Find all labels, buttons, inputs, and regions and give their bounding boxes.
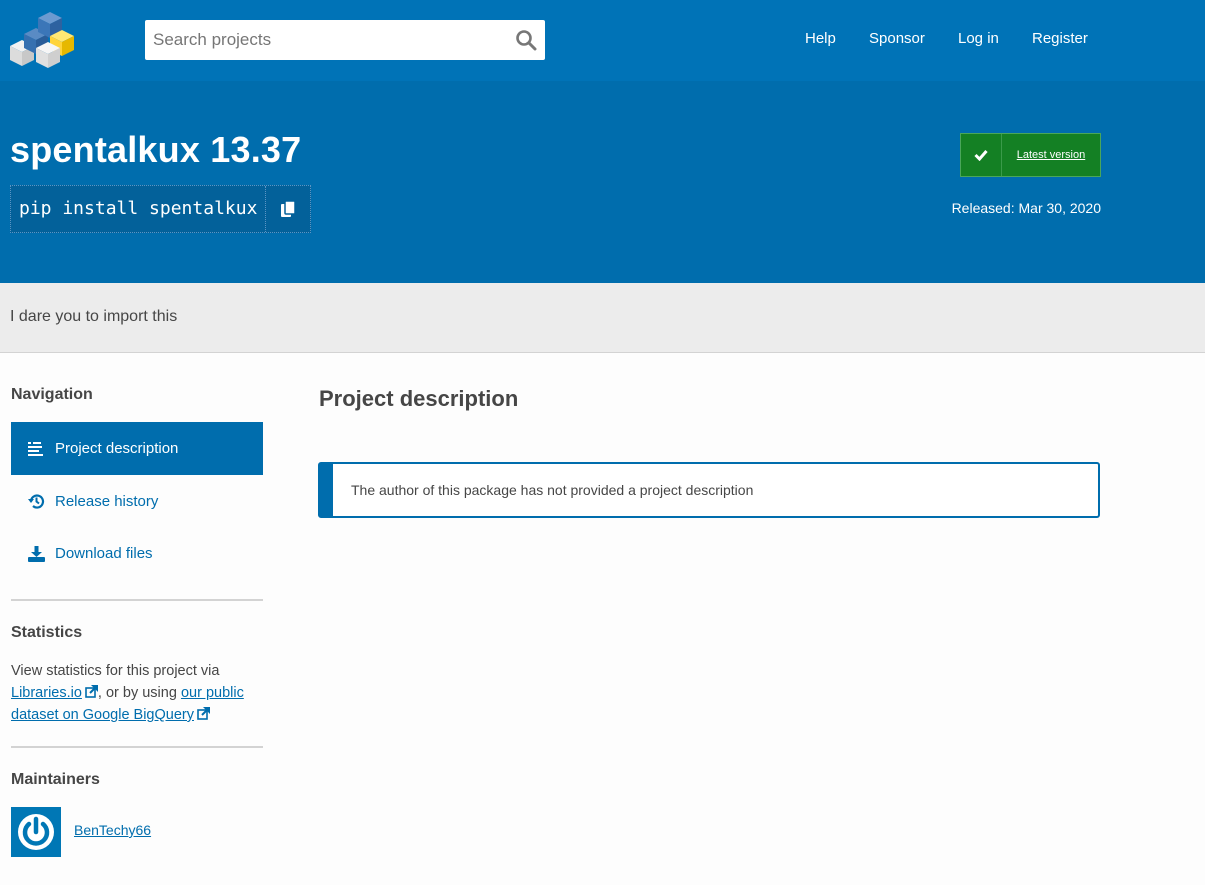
nav-register-link[interactable]: Register xyxy=(1032,29,1088,49)
external-link-icon xyxy=(85,685,98,698)
top-header: Help Sponsor Log in Register xyxy=(0,0,1205,81)
package-title: spentalkux 13.37 xyxy=(10,129,302,170)
statistics-heading: Statistics xyxy=(11,624,83,641)
pip-command[interactable]: pip install spentalkux xyxy=(11,186,267,232)
sidebar-item-label: Download files xyxy=(55,545,153,562)
align-left-icon xyxy=(27,440,45,458)
maintainer-link[interactable]: BenTechy66 xyxy=(74,822,151,838)
package-summary: I dare you to import this xyxy=(10,308,178,325)
sidebar-item-project-description[interactable]: Project description xyxy=(11,422,263,475)
nav-help-link[interactable]: Help xyxy=(805,29,836,49)
latest-version-button[interactable]: Latest version xyxy=(960,133,1101,177)
release-date: Released: Mar 30, 2020 xyxy=(951,200,1101,216)
sidebar-item-release-history[interactable]: Release history xyxy=(11,475,263,528)
sidebar-divider xyxy=(11,599,263,601)
check-icon xyxy=(961,134,1002,176)
callout-text: The author of this package has not provi… xyxy=(351,482,754,498)
libraries-io-link[interactable]: Libraries.io xyxy=(11,685,82,701)
sidebar-divider xyxy=(11,746,263,748)
copy-icon xyxy=(281,200,297,217)
maintainers-heading: Maintainers xyxy=(11,771,100,788)
pypi-logo-icon[interactable] xyxy=(10,8,78,70)
pip-install-box: pip install spentalkux xyxy=(10,185,312,233)
sidebar-item-download-files[interactable]: Download files xyxy=(11,527,263,580)
power-icon xyxy=(18,814,54,850)
project-description-heading: Project description xyxy=(319,386,519,411)
nav-login-link[interactable]: Log in xyxy=(958,29,999,49)
search-box xyxy=(145,20,545,60)
package-banner: spentalkux 13.37 pip install spentalkux … xyxy=(0,81,1205,283)
sidebar-item-label: Release history xyxy=(55,493,159,510)
statistics-text: View statistics for this project via Lib… xyxy=(11,660,271,726)
history-icon xyxy=(27,493,45,511)
statistics-intro: View statistics for this project via xyxy=(11,663,220,679)
copy-button[interactable] xyxy=(266,186,310,232)
navigation-heading: Navigation xyxy=(11,386,93,403)
statistics-middle-text: , or by using xyxy=(97,685,177,701)
download-icon xyxy=(27,545,45,563)
no-description-callout: The author of this package has not provi… xyxy=(318,462,1100,518)
nav-sponsor-link[interactable]: Sponsor xyxy=(869,29,925,49)
sidebar-item-label: Project description xyxy=(55,440,179,457)
search-input[interactable] xyxy=(145,20,505,60)
external-link-icon xyxy=(197,707,210,720)
maintainer-avatar[interactable] xyxy=(11,807,61,857)
package-summary-bar: I dare you to import this xyxy=(0,283,1205,353)
latest-version-label: Latest version xyxy=(1016,149,1086,161)
search-icon[interactable] xyxy=(515,29,537,51)
